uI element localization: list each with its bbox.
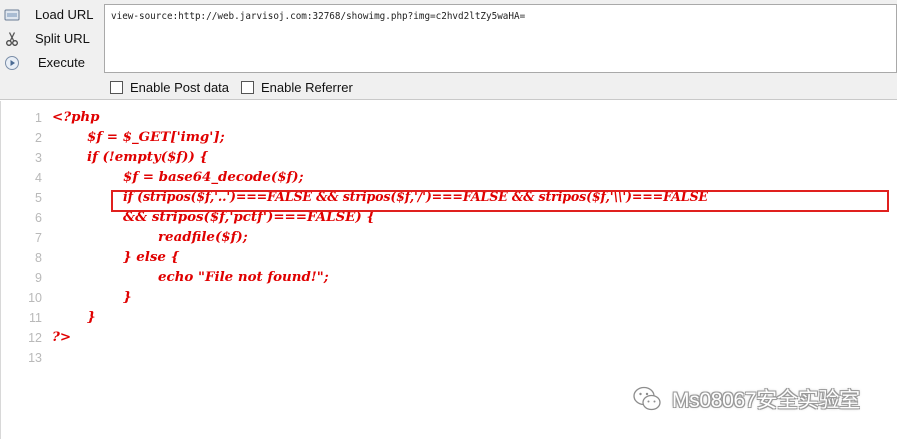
code-text: && stripos($f,'pctf')===FALSE) { bbox=[123, 209, 375, 225]
hackbar-toolbar: Load URL Split URL Execute view-source:h… bbox=[0, 0, 897, 100]
enable-post-data-label: Enable Post data bbox=[130, 79, 230, 95]
source-line: 5 if (stripos($f,'..')===FALSE && stripo… bbox=[1, 189, 897, 209]
watermark-text: Ms08067安全实验室 bbox=[672, 389, 860, 412]
line-number: 4 bbox=[35, 171, 42, 185]
line-number: 3 bbox=[35, 151, 42, 165]
line-number: 10 bbox=[28, 291, 42, 305]
load-url-label: Load URL bbox=[35, 7, 94, 22]
enable-post-data-checkbox[interactable]: Enable Post data bbox=[110, 78, 229, 96]
line-number: 9 bbox=[35, 271, 42, 285]
line-number: 13 bbox=[28, 351, 42, 365]
line-number: 7 bbox=[35, 231, 42, 245]
split-url-label: Split URL bbox=[35, 31, 90, 46]
line-number: 11 bbox=[29, 311, 42, 325]
source-line: 8 } else { bbox=[1, 249, 897, 269]
source-line: 1 <?php bbox=[1, 109, 897, 129]
line-number: 12 bbox=[28, 331, 42, 345]
source-line: 10 } bbox=[1, 289, 897, 309]
code-text: } bbox=[123, 289, 132, 305]
enable-referrer-label: Enable Referrer bbox=[261, 79, 353, 95]
enable-referrer-checkbox[interactable]: Enable Referrer bbox=[241, 78, 353, 96]
play-icon bbox=[5, 56, 19, 70]
source-line: 6 && stripos($f,'pctf')===FALSE) { bbox=[1, 209, 897, 229]
wechat-icon bbox=[633, 386, 661, 411]
source-line: 7 readfile($f); bbox=[1, 229, 897, 249]
referrer-checkbox-box[interactable] bbox=[241, 80, 254, 94]
scissors-icon bbox=[6, 32, 18, 46]
load-url-icon bbox=[4, 9, 20, 21]
url-textarea[interactable]: view-source:http://web.jarvisoj.com:3276… bbox=[104, 4, 897, 73]
split-url-button[interactable]: Split URL bbox=[0, 28, 100, 50]
code-text: ?> bbox=[52, 329, 72, 345]
watermark: Ms08067安全实验室 bbox=[632, 384, 860, 414]
code-text: } else { bbox=[123, 249, 180, 265]
line-number: 6 bbox=[35, 211, 42, 225]
code-text: if (stripos($f,'..')===FALSE && stripos(… bbox=[123, 189, 708, 204]
source-line: 13 bbox=[1, 349, 897, 369]
load-url-button[interactable]: Load URL bbox=[0, 4, 100, 26]
source-line: 9 echo "File not found!"; bbox=[1, 269, 897, 289]
line-number: 1 bbox=[35, 111, 42, 125]
post-data-checkbox-box[interactable] bbox=[110, 80, 123, 94]
line-number: 8 bbox=[35, 251, 42, 265]
code-text: $f = $_GET['img']; bbox=[87, 129, 225, 145]
source-line: 3 if (!empty($f)) { bbox=[1, 149, 897, 169]
code-text: <?php bbox=[52, 109, 100, 125]
source-line: 11 } bbox=[1, 309, 897, 329]
execute-button[interactable]: Execute bbox=[0, 52, 100, 74]
code-text: readfile($f); bbox=[158, 229, 248, 245]
source-line: 4 $f = base64_decode($f); bbox=[1, 169, 897, 189]
code-text: $f = base64_decode($f); bbox=[123, 169, 304, 185]
source-line: 2 $f = $_GET['img']; bbox=[1, 129, 897, 149]
code-text: if (!empty($f)) { bbox=[87, 149, 209, 165]
execute-label: Execute bbox=[38, 55, 85, 70]
source-line: 12 ?> bbox=[1, 329, 897, 349]
line-number: 2 bbox=[35, 131, 42, 145]
code-text: } bbox=[87, 309, 96, 325]
code-text: echo "File not found!"; bbox=[158, 269, 329, 285]
line-number: 5 bbox=[35, 191, 42, 205]
